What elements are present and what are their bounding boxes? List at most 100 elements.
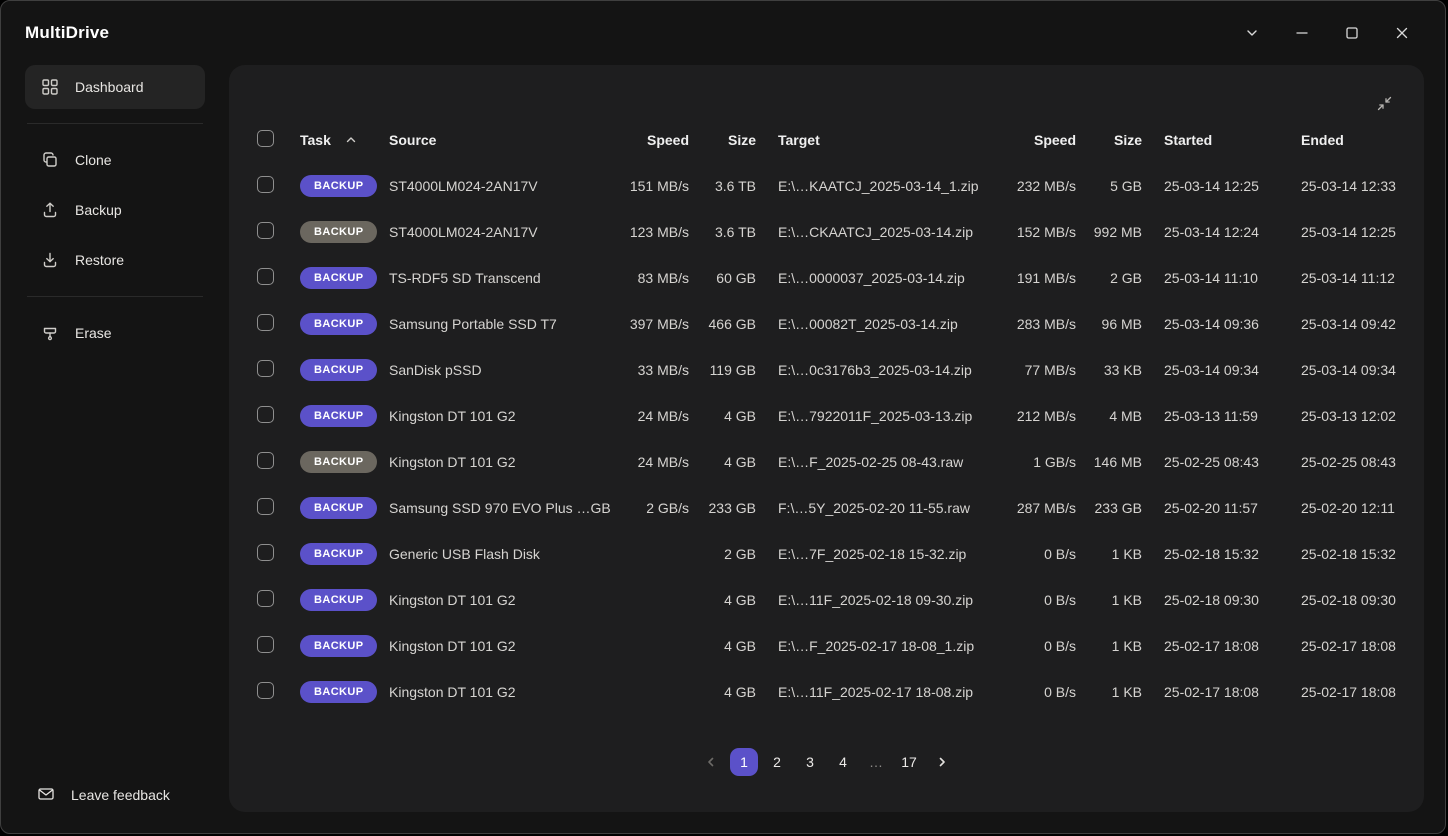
leave-feedback-button[interactable]: Leave feedback — [25, 773, 205, 817]
page-button[interactable]: 4 — [829, 748, 857, 776]
size-cell: 3.6 TB — [689, 178, 756, 194]
header-task[interactable]: Task — [300, 132, 331, 148]
header-size-2[interactable]: Size — [1076, 132, 1142, 148]
maximize-button[interactable] — [1337, 18, 1367, 48]
table-row[interactable]: BACKUP Kingston DT 101 G2 4 GB E:\…11F_2… — [229, 669, 1424, 715]
source-cell: SanDisk pSSD — [389, 362, 619, 378]
page-buttons: 1234…17 — [730, 748, 923, 776]
row-checkbox[interactable] — [257, 406, 274, 423]
sidebar-item-clone[interactable]: Clone — [25, 138, 205, 182]
target-size-cell: 96 MB — [1076, 316, 1142, 332]
target-cell: E:\…0c3176b3_2025-03-14.zip — [756, 362, 999, 378]
ended-cell: 25-03-14 11:12 — [1301, 270, 1396, 286]
source-cell: TS-RDF5 SD Transcend — [389, 270, 619, 286]
ended-cell: 25-03-14 12:33 — [1301, 178, 1396, 194]
target-size-cell: 146 MB — [1076, 454, 1142, 470]
size-cell: 466 GB — [689, 316, 756, 332]
page-button[interactable]: 1 — [730, 748, 758, 776]
envelope-icon — [37, 785, 55, 806]
table-row[interactable]: BACKUP Kingston DT 101 G2 4 GB E:\…11F_2… — [229, 577, 1424, 623]
table-row[interactable]: BACKUP ST4000LM024-2AN17V 123 MB/s 3.6 T… — [229, 209, 1424, 255]
task-badge: BACKUP — [300, 589, 377, 611]
table-row[interactable]: BACKUP SanDisk pSSD 33 MB/s 119 GB E:\…0… — [229, 347, 1424, 393]
target-size-cell: 1 KB — [1076, 638, 1142, 654]
collapse-panel-icon[interactable] — [1372, 91, 1396, 115]
table-row[interactable]: BACKUP Kingston DT 101 G2 24 MB/s 4 GB E… — [229, 393, 1424, 439]
table-row[interactable]: BACKUP Kingston DT 101 G2 4 GB E:\…F_202… — [229, 623, 1424, 669]
started-cell: 25-02-17 18:08 — [1142, 638, 1301, 654]
chevron-down-icon[interactable] — [1237, 18, 1267, 48]
row-checkbox[interactable] — [257, 314, 274, 331]
target-size-cell: 233 GB — [1076, 500, 1142, 516]
table-header-row: Task Source Speed Size Target Speed Size… — [229, 117, 1424, 163]
size-cell: 4 GB — [689, 684, 756, 700]
minimize-button[interactable] — [1287, 18, 1317, 48]
sidebar-item-restore[interactable]: Restore — [25, 238, 205, 282]
row-checkbox[interactable] — [257, 176, 274, 193]
size-cell: 60 GB — [689, 270, 756, 286]
row-checkbox[interactable] — [257, 222, 274, 239]
task-badge: BACKUP — [300, 359, 377, 381]
table-row[interactable]: BACKUP Generic USB Flash Disk 2 GB E:\…7… — [229, 531, 1424, 577]
ended-cell: 25-02-20 12:11 — [1301, 500, 1396, 516]
header-size[interactable]: Size — [689, 132, 756, 148]
source-cell: Kingston DT 101 G2 — [389, 454, 619, 470]
row-checkbox[interactable] — [257, 544, 274, 561]
table-row[interactable]: BACKUP TS-RDF5 SD Transcend 83 MB/s 60 G… — [229, 255, 1424, 301]
previous-page-icon[interactable] — [697, 748, 725, 776]
table-row[interactable]: BACKUP ST4000LM024-2AN17V 151 MB/s 3.6 T… — [229, 163, 1424, 209]
page-button[interactable]: 3 — [796, 748, 824, 776]
main-panel: Task Source Speed Size Target Speed Size… — [229, 65, 1424, 812]
target-cell: E:\…CKAATCJ_2025-03-14.zip — [756, 224, 999, 240]
task-badge: BACKUP — [300, 543, 377, 565]
sort-ascending-icon[interactable] — [345, 134, 357, 146]
ended-cell: 25-02-17 18:08 — [1301, 638, 1396, 654]
size-cell: 4 GB — [689, 408, 756, 424]
header-speed[interactable]: Speed — [619, 132, 689, 148]
row-checkbox[interactable] — [257, 682, 274, 699]
next-page-icon[interactable] — [928, 748, 956, 776]
task-badge: BACKUP — [300, 313, 377, 335]
select-all-checkbox[interactable] — [257, 130, 274, 147]
sidebar-item-erase[interactable]: Erase — [25, 311, 205, 355]
size-cell: 2 GB — [689, 546, 756, 562]
target-size-cell: 1 KB — [1076, 546, 1142, 562]
header-speed-2[interactable]: Speed — [999, 132, 1076, 148]
sidebar-item-label: Clone — [75, 152, 112, 168]
source-cell: Samsung SSD 970 EVO Plus …GB — [389, 500, 619, 516]
row-checkbox[interactable] — [257, 360, 274, 377]
row-checkbox[interactable] — [257, 498, 274, 515]
page-button[interactable]: 2 — [763, 748, 791, 776]
speed-cell: 2 GB/s — [619, 500, 689, 516]
row-checkbox[interactable] — [257, 590, 274, 607]
target-speed-cell: 152 MB/s — [999, 224, 1076, 240]
window-controls — [1237, 18, 1417, 48]
row-checkbox[interactable] — [257, 452, 274, 469]
sidebar-item-backup[interactable]: Backup — [25, 188, 205, 232]
header-ended[interactable]: Ended — [1301, 132, 1396, 148]
sidebar-item-dashboard[interactable]: Dashboard — [25, 65, 205, 109]
target-size-cell: 1 KB — [1076, 592, 1142, 608]
target-size-cell: 2 GB — [1076, 270, 1142, 286]
table-row[interactable]: BACKUP Samsung SSD 970 EVO Plus …GB 2 GB… — [229, 485, 1424, 531]
target-speed-cell: 0 B/s — [999, 546, 1076, 562]
close-button[interactable] — [1387, 18, 1417, 48]
row-checkbox[interactable] — [257, 268, 274, 285]
row-checkbox[interactable] — [257, 636, 274, 653]
started-cell: 25-03-13 11:59 — [1142, 408, 1301, 424]
started-cell: 25-03-14 12:25 — [1142, 178, 1301, 194]
table-row[interactable]: BACKUP Kingston DT 101 G2 24 MB/s 4 GB E… — [229, 439, 1424, 485]
source-cell: Samsung Portable SSD T7 — [389, 316, 619, 332]
page-button[interactable]: 17 — [895, 748, 923, 776]
task-badge: BACKUP — [300, 405, 377, 427]
header-source[interactable]: Source — [389, 132, 619, 148]
table-row[interactable]: BACKUP Samsung Portable SSD T7 397 MB/s … — [229, 301, 1424, 347]
task-badge: BACKUP — [300, 635, 377, 657]
header-started[interactable]: Started — [1142, 132, 1301, 148]
sidebar: Dashboard Clone Backup Restore — [1, 65, 229, 834]
ended-cell: 25-03-13 12:02 — [1301, 408, 1396, 424]
ended-cell: 25-03-14 09:34 — [1301, 362, 1396, 378]
sidebar-divider — [27, 296, 203, 297]
sidebar-item-label: Erase — [75, 325, 112, 341]
header-target[interactable]: Target — [756, 132, 999, 148]
